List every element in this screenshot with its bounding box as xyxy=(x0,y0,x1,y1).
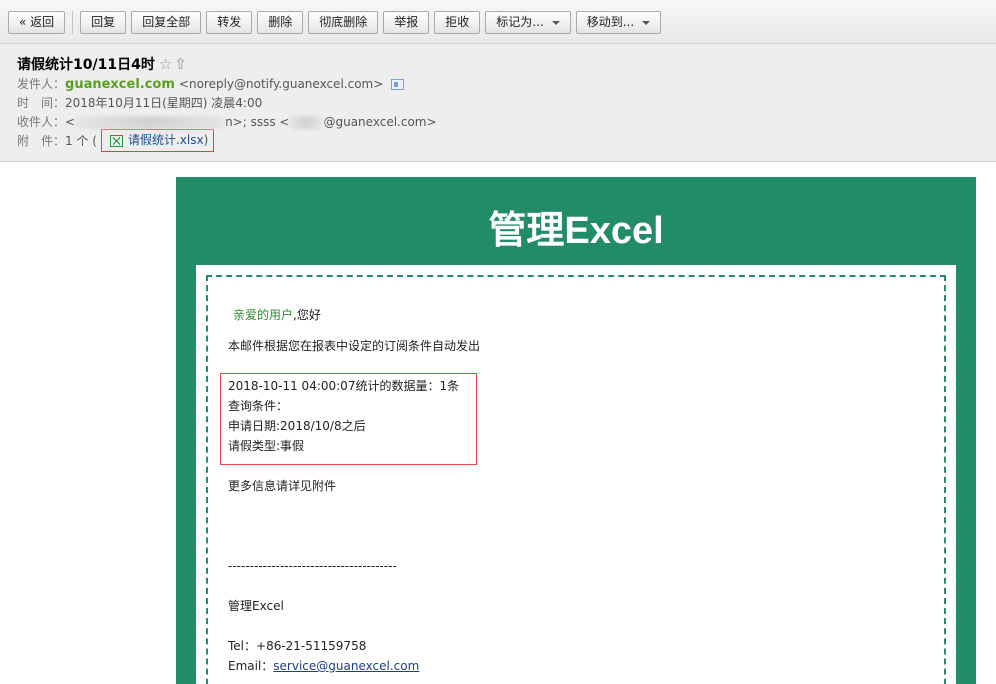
email-body-banner: 管理Excel 亲爱的用户,您好 本邮件根据您在报表中设定的订阅条件自动发出 2… xyxy=(176,177,976,684)
redacted-recipient xyxy=(75,116,226,129)
reject-button[interactable]: 拒收 xyxy=(434,11,481,34)
excel-file-icon xyxy=(109,134,123,147)
sender-name[interactable]: guanexcel.com xyxy=(65,75,175,94)
mail-subject-row: 请假统计10/11日4时 ☆⇧ xyxy=(17,53,996,75)
stat-line: 2018-10-11 04:00:07统计的数据量：1条 xyxy=(228,379,460,393)
greeting-rest: ,您好 xyxy=(293,308,321,322)
attachment-count: 1 个 ( xyxy=(65,134,97,148)
time-label: 时 间： xyxy=(17,96,66,110)
back-button[interactable]: « 返回 xyxy=(8,11,66,34)
greeting-name: 亲爱的用户 xyxy=(233,308,294,322)
email-card: 亲爱的用户,您好 本邮件根据您在报表中设定的订阅条件自动发出 2018-10-1… xyxy=(196,265,956,684)
forward-button[interactable]: 转发 xyxy=(206,11,253,34)
from-label: 发件人： xyxy=(17,77,66,91)
apply-date-condition: 申请日期:2018/10/8之后 xyxy=(228,419,366,433)
mark-as-label: 标记为... xyxy=(496,15,544,29)
attachment-label: 附 件： xyxy=(17,134,66,148)
attachment-close: ) xyxy=(203,133,209,147)
delete-button[interactable]: 删除 xyxy=(257,11,304,34)
to-label: 收件人： xyxy=(17,115,66,129)
attachment-link[interactable]: 请假统计.xlsx ) xyxy=(100,129,215,152)
signature: 管理Excel xyxy=(228,599,284,613)
from-row: 发件人： guanexcel.com <noreply@notify.guane… xyxy=(17,75,996,94)
attachment-name: 请假统计.xlsx xyxy=(127,133,204,147)
intro-text: 本邮件根据您在报表中设定的订阅条件自动发出 xyxy=(228,339,481,353)
toolbar: « 返回 回复 回复全部 转发 删除 彻底删除 举报 拒收 标记为... 移动到… xyxy=(0,0,996,44)
move-to-label: 移动到... xyxy=(586,15,635,29)
reply-all-button[interactable]: 回复全部 xyxy=(131,11,202,34)
recipient-part-2: n>; ssss < xyxy=(225,115,290,129)
greeting-line: 亲爱的用户,您好 xyxy=(233,305,321,325)
attachment-row: 附 件： 1 个 ( 请假统计.xlsx ) xyxy=(17,129,996,152)
mail-subject: 请假统计10/11日4时 xyxy=(17,57,155,73)
report-button[interactable]: 举报 xyxy=(383,11,430,34)
email-line: Email：service@guanexcel.com xyxy=(228,656,419,676)
contact-card-icon[interactable] xyxy=(391,79,405,90)
star-icon[interactable]: ☆ xyxy=(159,55,174,73)
query-label: 查询条件： xyxy=(228,399,289,413)
email-label: Email： xyxy=(228,659,274,673)
mark-as-dropdown[interactable]: 标记为... xyxy=(485,11,571,34)
brand-title: 管理Excel xyxy=(488,210,664,252)
redacted-recipient xyxy=(289,116,324,129)
more-info-text: 更多信息请详见附件 xyxy=(228,479,337,493)
arrow-up-icon[interactable]: ⇧ xyxy=(174,55,189,73)
time-value: 2018年10月11日(星期四) 凌晨4:00 xyxy=(65,96,263,110)
recipient-part-3: @guanexcel.com> xyxy=(323,115,437,129)
sender-email: <noreply@notify.guanexcel.com> xyxy=(178,77,384,91)
divider-line: --------------------------------------- xyxy=(228,559,397,573)
chevron-down-icon xyxy=(642,20,651,25)
toolbar-separator xyxy=(72,11,74,34)
mail-header: 请假统计10/11日4时 ☆⇧ 发件人： guanexcel.com <nore… xyxy=(0,44,996,162)
service-email-link[interactable]: service@guanexcel.com xyxy=(273,659,419,673)
reply-button[interactable]: 回复 xyxy=(80,11,127,34)
tel-line: Tel：+86-21-51159758 xyxy=(228,639,367,653)
move-to-dropdown[interactable]: 移动到... xyxy=(575,11,662,34)
time-row: 时 间： 2018年10月11日(星期四) 凌晨4:00 xyxy=(17,94,996,113)
delete-permanent-button[interactable]: 彻底删除 xyxy=(308,11,379,34)
chevron-down-icon xyxy=(551,20,560,25)
recipient-part-1: < xyxy=(65,115,76,129)
leave-type-condition: 请假类型:事假 xyxy=(228,439,305,453)
